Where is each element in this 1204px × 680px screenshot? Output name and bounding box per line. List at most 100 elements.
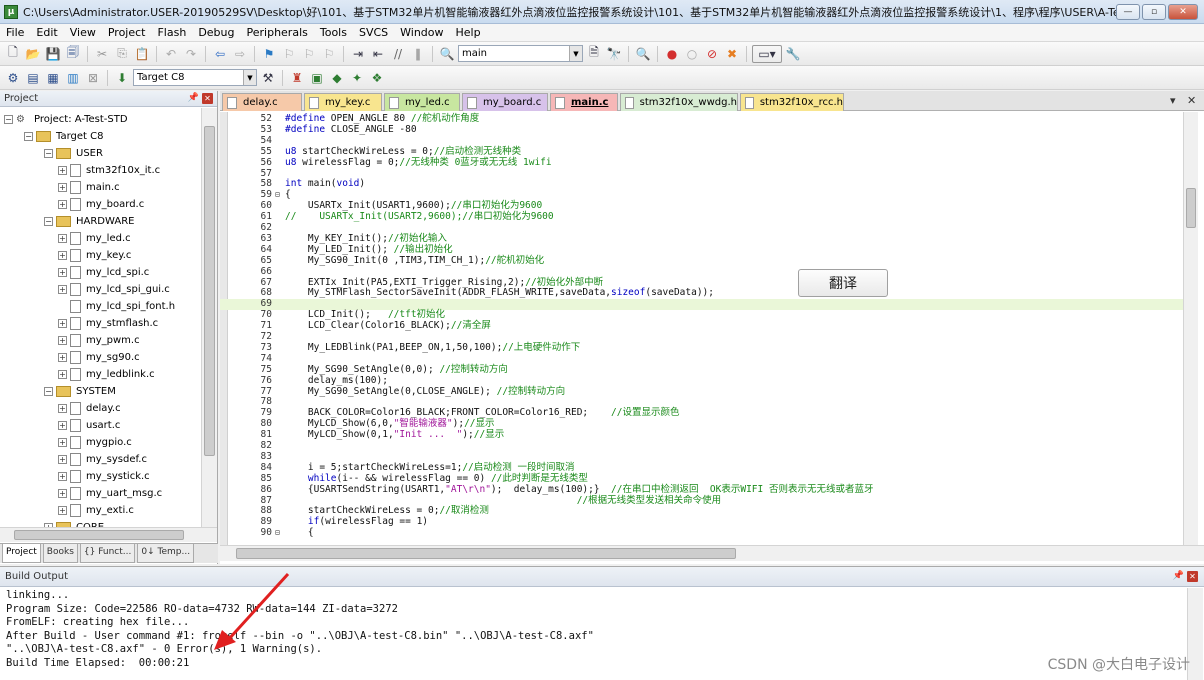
tab-books[interactable]: Books xyxy=(42,544,78,563)
editor-tab[interactable]: my_led.c xyxy=(384,93,460,111)
tab-templates[interactable]: 0↓ Temp... xyxy=(137,544,195,563)
minimize-button[interactable]: — xyxy=(1116,3,1140,20)
editor-tab[interactable]: my_board.c xyxy=(462,93,548,111)
menu-project[interactable]: Project xyxy=(102,26,152,39)
close-icon[interactable]: ✕ xyxy=(1187,571,1198,582)
editor-tab[interactable]: my_key.c xyxy=(304,93,382,111)
build-icon[interactable]: ▤ xyxy=(24,69,42,87)
menu-svcs[interactable]: SVCS xyxy=(353,26,394,39)
open-file-icon[interactable]: 📂 xyxy=(24,45,42,63)
manage-components-icon[interactable]: ♜ xyxy=(288,69,306,87)
tree-file-item[interactable]: + usart.c xyxy=(58,417,120,434)
code-line[interactable]: 81 MyLCD_Show(0,1,"Init ... ");//显示 xyxy=(220,429,1183,441)
tree-file-item[interactable]: + my_stmflash.c xyxy=(58,315,158,332)
expand-icon[interactable]: + xyxy=(58,336,67,345)
pin-icon[interactable]: 📌 xyxy=(188,93,199,104)
tree-group-item[interactable]: − Target C8 xyxy=(24,128,103,145)
menu-edit[interactable]: Edit xyxy=(30,26,63,39)
batch-build-icon[interactable]: ▥ xyxy=(64,69,82,87)
expand-icon[interactable]: + xyxy=(58,200,67,209)
menu-peripherals[interactable]: Peripherals xyxy=(241,26,314,39)
tree-file-item[interactable]: + my_systick.c xyxy=(58,468,150,485)
tree-file-item[interactable]: + delay.c xyxy=(58,400,121,417)
editor-tab[interactable]: main.c xyxy=(550,93,618,111)
tree-file-item[interactable]: + my_led.c xyxy=(58,230,131,247)
tab-project[interactable]: Project xyxy=(2,544,41,563)
scrollbar-thumb[interactable] xyxy=(236,548,736,559)
translate-button[interactable]: 翻译 xyxy=(798,269,888,297)
editor-tab[interactable]: stm32f10x_wwdg.h xyxy=(620,93,738,111)
code-line[interactable]: 61// USARTx_Init(USART2,9600);//串口初始化为96… xyxy=(220,211,1183,223)
nav-forward-icon[interactable]: ⇨ xyxy=(231,45,249,63)
download-icon[interactable]: ⬇ xyxy=(113,69,131,87)
close-tab-icon[interactable]: ✕ xyxy=(1187,94,1196,107)
tree-file-item[interactable]: + my_key.c xyxy=(58,247,131,264)
collapse-icon[interactable]: − xyxy=(4,115,13,124)
indent-icon[interactable]: ⇥ xyxy=(349,45,367,63)
run-time-env-icon[interactable]: ❖ xyxy=(368,69,386,87)
menu-tools[interactable]: Tools xyxy=(314,26,353,39)
redo-icon[interactable]: ↷ xyxy=(182,45,200,63)
disable-breakpoint-icon[interactable]: ○ xyxy=(683,45,701,63)
close-button[interactable]: ✕ xyxy=(1168,3,1198,20)
expand-icon[interactable]: + xyxy=(58,421,67,430)
pack-installer-icon[interactable]: ✦ xyxy=(348,69,366,87)
tree-file-item[interactable]: + my_sysdef.c xyxy=(58,451,147,468)
tree-group-item[interactable]: − USER xyxy=(44,145,103,162)
expand-icon[interactable]: + xyxy=(58,472,67,481)
tree-file-item[interactable]: + main.c xyxy=(58,179,120,196)
editor-vertical-scrollbar[interactable] xyxy=(1183,112,1198,545)
collapse-icon[interactable]: − xyxy=(44,149,53,158)
rebuild-icon[interactable]: ▦ xyxy=(44,69,62,87)
configure-icon[interactable]: 🔧 xyxy=(784,45,802,63)
code-line[interactable]: 90 ⊟ { xyxy=(220,527,1183,539)
tree-file-item[interactable]: + my_sg90.c xyxy=(58,349,140,366)
tree-group-item[interactable]: − SYSTEM xyxy=(44,383,116,400)
code-line[interactable]: 53 #define CLOSE_ANGLE -80 xyxy=(220,124,1183,136)
target-options-icon[interactable]: ⚒ xyxy=(259,69,277,87)
unindent-icon[interactable]: ⇤ xyxy=(369,45,387,63)
bookmark-icon[interactable]: ⚑ xyxy=(260,45,278,63)
next-bookmark-icon[interactable]: ⚐ xyxy=(300,45,318,63)
expand-icon[interactable]: + xyxy=(58,438,67,447)
translate-file-icon[interactable]: ⚙ xyxy=(4,69,22,87)
close-icon[interactable]: ✕ xyxy=(202,93,213,104)
code-line[interactable]: 89 if(wirelessFlag == 1) xyxy=(220,516,1183,528)
tree-file-item[interactable]: + my_board.c xyxy=(58,196,144,213)
collapse-icon[interactable]: − xyxy=(44,217,53,226)
menu-flash[interactable]: Flash xyxy=(151,26,192,39)
incremental-find-icon[interactable]: 🔭 xyxy=(605,45,623,63)
stop-build-icon[interactable]: ⊠ xyxy=(84,69,102,87)
nav-back-icon[interactable]: ⇦ xyxy=(211,45,229,63)
breakpoint-icon[interactable]: ● xyxy=(663,45,681,63)
menu-help[interactable]: Help xyxy=(450,26,487,39)
expand-icon[interactable]: + xyxy=(58,183,67,192)
tree-file-item[interactable]: + my_lcd_spi_gui.c xyxy=(58,281,170,298)
tree-group-item[interactable]: − HARDWARE xyxy=(44,213,134,230)
tab-list-icon[interactable]: ▾ xyxy=(1170,94,1176,107)
comment-icon[interactable]: // xyxy=(389,45,407,63)
code-line[interactable]: 73 My_LEDBlink(PA1,BEEP_ON,1,50,100);//上… xyxy=(220,342,1183,354)
code-line[interactable]: 68 My_STMFlash_SectorSaveInit(ADDR_FLASH… xyxy=(220,287,1183,299)
paste-icon[interactable]: 📋 xyxy=(133,45,151,63)
tree-group-item[interactable]: +CORE xyxy=(44,519,104,527)
chevron-down-icon[interactable]: ▼ xyxy=(569,46,582,61)
tree-file-item[interactable]: + my_uart_msg.c xyxy=(58,485,162,502)
find-icon[interactable]: 🗎 xyxy=(585,45,603,63)
collapse-icon[interactable]: − xyxy=(44,387,53,396)
editor-tab[interactable]: stm32f10x_rcc.h xyxy=(740,93,844,111)
code-line[interactable]: 58 int main(void) xyxy=(220,178,1183,190)
editor-horizontal-scrollbar[interactable] xyxy=(220,545,1204,561)
collapse-icon[interactable]: − xyxy=(24,132,33,141)
code-line[interactable]: 55 u8 startCheckWireLess = 0;//启动检测无线种类 xyxy=(220,146,1183,158)
maximize-button[interactable]: ▫ xyxy=(1142,3,1166,20)
disable-all-breakpoints-icon[interactable]: ⊘ xyxy=(703,45,721,63)
fold-icon[interactable]: ⊟ xyxy=(275,528,280,539)
code-line[interactable]: 75 My_SG90_SetAngle(0,0); //控制转动方向 xyxy=(220,364,1183,376)
menu-file[interactable]: File xyxy=(0,26,30,39)
target-select[interactable]: Target C8 ▼ xyxy=(133,69,257,86)
select-packs-icon[interactable]: ◆ xyxy=(328,69,346,87)
kill-all-breakpoints-icon[interactable]: ✖ xyxy=(723,45,741,63)
scrollbar-thumb[interactable] xyxy=(1186,188,1196,228)
window-layout-icon[interactable]: ▭▾ xyxy=(752,44,782,63)
